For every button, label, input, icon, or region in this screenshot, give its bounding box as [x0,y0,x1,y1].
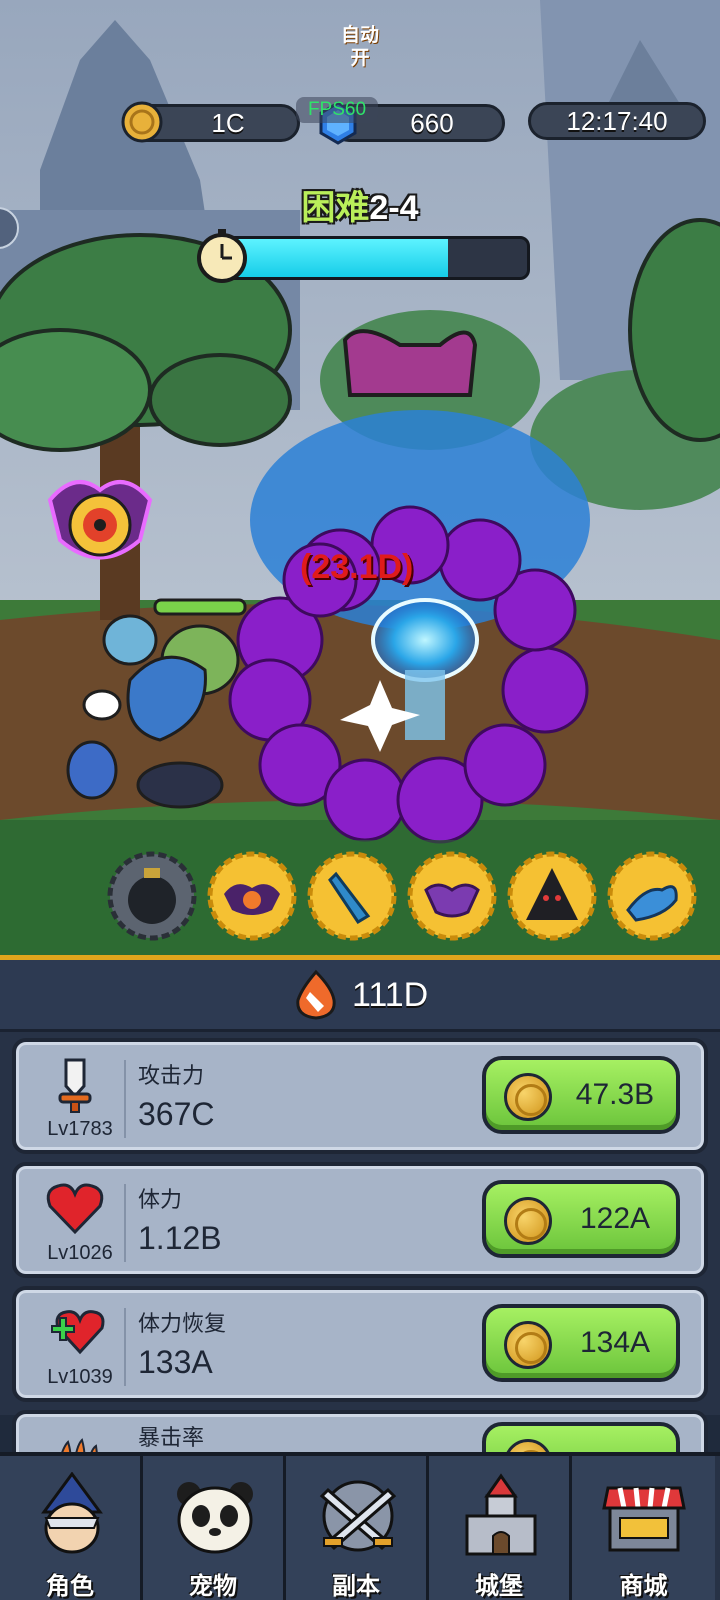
heart-regen-icon [51,1310,105,1355]
health-value: 1.12B [138,1220,222,1256]
health-upgrade-price: 122A [579,1202,651,1235]
upgrade-row-attack: Lv1783 攻击力 367C 47.3B [12,1038,708,1154]
regen-level: Lv1039 [47,1366,113,1388]
attack-level: Lv1783 [47,1118,113,1140]
bat-eye-enemy [47,480,153,560]
upgrade-row-regen: Lv1039 体力恢复 133A 134A [12,1286,708,1402]
gold-coin-icon [504,1073,552,1121]
stage-level: 2-4 [369,189,419,227]
gem-amount: 660 [410,108,454,138]
health-label: 体力 [138,1187,183,1212]
regen-value: 133A [138,1344,213,1380]
row-divider [124,1184,126,1262]
damage-popup: (23.1D) [300,548,414,586]
gold-amount: 1C [211,108,245,138]
fps-counter: FPS60 [296,97,378,123]
health-level: Lv1026 [47,1242,113,1264]
crossed-swords-icon [319,1480,397,1552]
crystal-skill-button[interactable] [306,850,398,942]
regen-upgrade-price: 134A [579,1326,651,1359]
nav-label-dungeon: 副本 [332,1573,380,1600]
clock-time: 12:17:40 [566,106,668,136]
stage-timer-bar [220,236,530,280]
gold-coin-icon [121,101,163,143]
dark-mountain-skill-button[interactable] [506,850,598,942]
health-upgrade-button[interactable]: 122A [482,1180,680,1258]
auto-skill-label: 自动 开 [340,25,379,69]
battle-background [0,0,720,955]
gold-coin-icon [504,1197,552,1245]
stage-difficulty: 困难 [301,189,370,227]
side-menu-tab-icon[interactable] [0,204,24,252]
blue-dragon-skill-button[interactable] [606,850,698,942]
regen-label: 体力恢复 [138,1311,227,1336]
sword-icon [58,1058,92,1113]
nav-tab-character[interactable]: 角色 [0,1456,143,1600]
bottom-navigation: 角色 宠物 副本 城堡 商城 [0,1452,720,1600]
attack-label: 攻击力 [138,1063,205,1088]
regen-upgrade-button[interactable]: 134A [482,1304,680,1382]
total-power-value: 111D [352,976,429,1014]
row-divider [124,1060,126,1138]
stage-timer-fill [223,239,448,277]
bat-eye-skill-button[interactable] [206,850,298,942]
attack-value: 367C [138,1096,215,1132]
upgrade-panel: 111D Lv1783 攻击力 367C 47.3B Lv1026 体力 1.1… [0,955,720,1470]
battle-scene: 1C 660 FPS60 12:17:40 困难2-4 (23.1D) 自动 开 [0,0,720,955]
nav-tab-castle[interactable]: 城堡 [429,1456,572,1600]
flame-power-icon [296,969,336,1020]
nav-label-pets: 宠物 [189,1573,237,1600]
wizard-icon [41,1472,103,1554]
crit-label: 暴击率 [138,1425,205,1450]
attack-upgrade-price: 47.3B [575,1078,655,1111]
nav-label-character: 角色 [46,1573,94,1600]
nav-tab-shop[interactable]: 商城 [572,1456,715,1600]
castle-icon [465,1473,537,1556]
nav-label-shop: 商城 [619,1573,668,1600]
total-power-bar: 111D [0,960,720,1032]
bomb-skill-button[interactable] [106,850,198,942]
nav-label-castle: 城堡 [475,1573,523,1600]
row-divider [124,1308,126,1386]
gold-coin-icon [504,1321,552,1369]
stage-title: 困难2-4 [260,180,460,229]
shop-icon [602,1486,686,1552]
nav-tab-dungeon[interactable]: 副本 [286,1456,429,1600]
upgrade-row-health: Lv1026 体力 1.12B 122A [12,1162,708,1278]
stopwatch-icon [197,229,247,283]
nav-tab-pets[interactable]: 宠物 [143,1456,286,1600]
panda-icon [177,1482,253,1554]
attack-upgrade-button[interactable]: 47.3B [482,1056,680,1134]
heart-icon [46,1183,104,1235]
purple-bat-skill-button[interactable] [406,850,498,942]
